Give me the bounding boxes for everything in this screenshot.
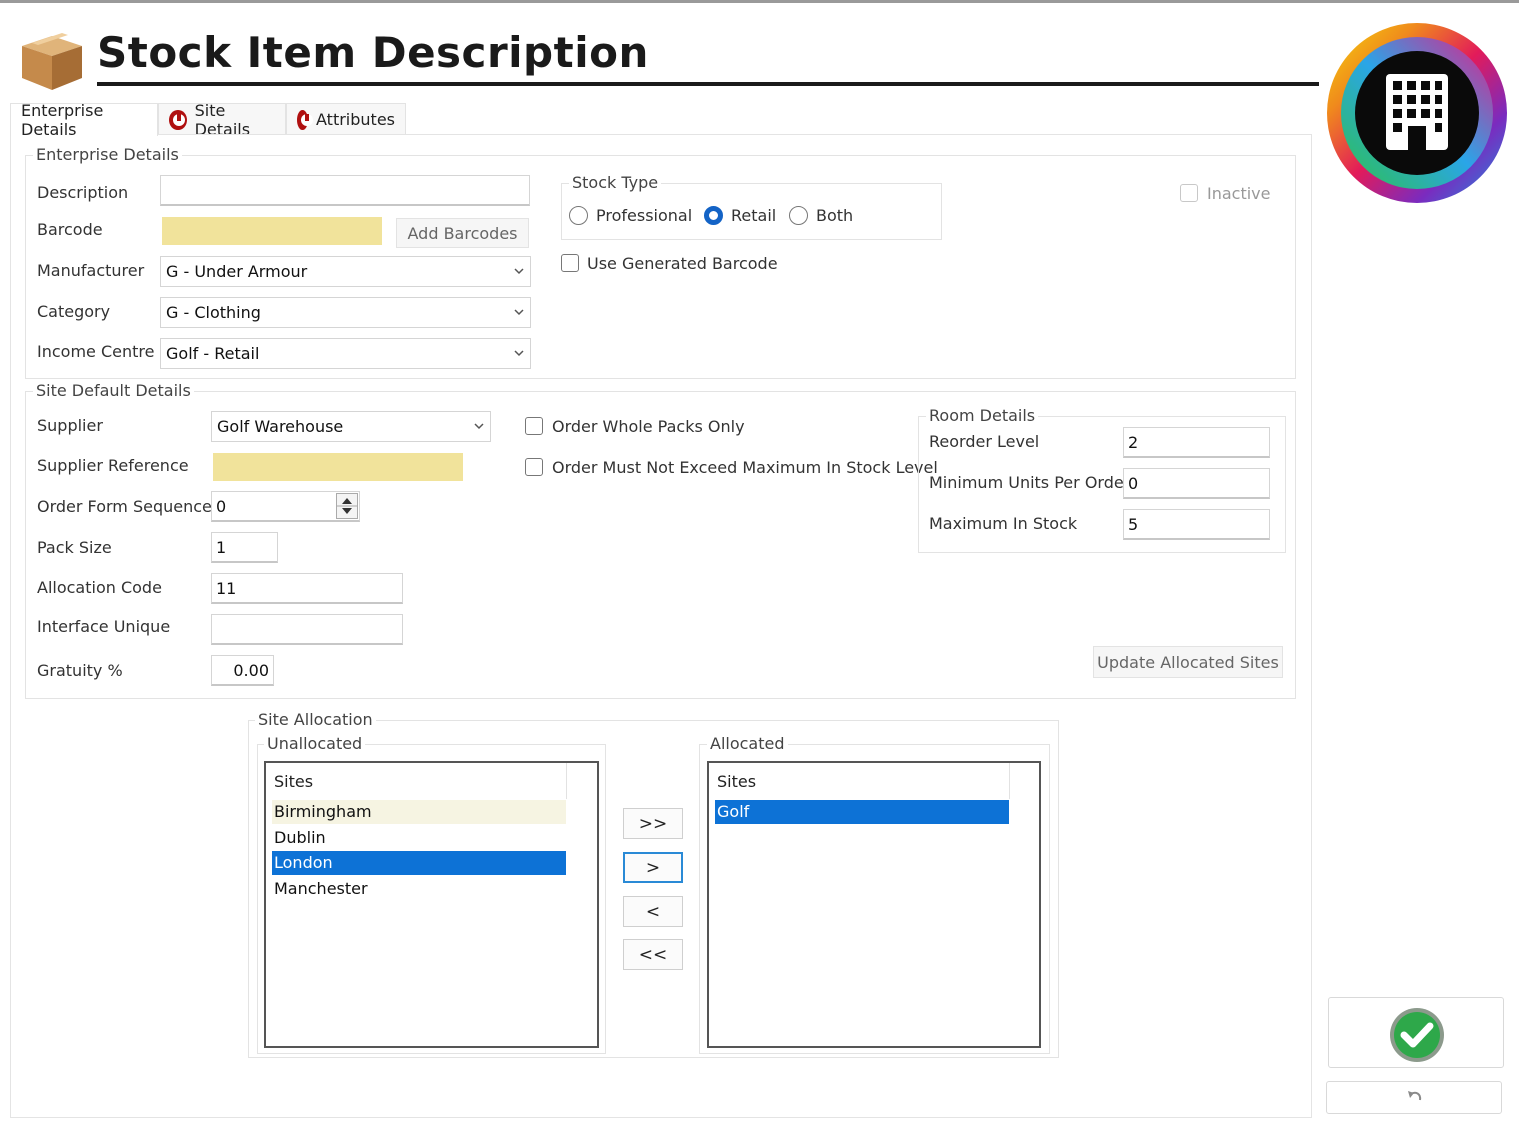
- order-not-exceed-label: Order Must Not Exceed Maximum In Stock L…: [552, 458, 938, 477]
- allocated-legend: Allocated: [707, 735, 788, 753]
- manufacturer-label: Manufacturer: [37, 261, 145, 280]
- barcode-input[interactable]: [162, 217, 382, 245]
- income-centre-label: Income Centre: [37, 342, 155, 361]
- max-in-stock-input[interactable]: 5: [1123, 509, 1270, 540]
- list-item[interactable]: London: [272, 851, 566, 875]
- use-generated-barcode-checkbox[interactable]: [561, 254, 579, 272]
- column-divider: [1009, 763, 1010, 799]
- category-value: G - Clothing: [166, 303, 261, 322]
- use-generated-barcode-label: Use Generated Barcode: [587, 254, 778, 273]
- unallocated-list[interactable]: Sites Birmingham Dublin London Mancheste…: [264, 761, 599, 1048]
- add-button[interactable]: >: [623, 852, 683, 883]
- list-item[interactable]: Manchester: [272, 877, 566, 901]
- pack-size-input[interactable]: 1: [211, 532, 278, 563]
- pack-size-label: Pack Size: [37, 538, 112, 557]
- enterprise-details-legend: Enterprise Details: [33, 146, 182, 164]
- window-top-border: [0, 0, 1519, 3]
- allocation-code-label: Allocation Code: [37, 578, 162, 597]
- tab-label: Enterprise Details: [21, 101, 104, 139]
- confirm-button[interactable]: [1328, 997, 1504, 1068]
- retail-radio[interactable]: [704, 206, 723, 225]
- add-all-button[interactable]: >>: [623, 808, 683, 839]
- professional-radio[interactable]: [569, 206, 588, 225]
- order-whole-packs-checkbox[interactable]: [525, 417, 543, 435]
- inactive-checkbox[interactable]: [1180, 184, 1198, 202]
- room-details-legend: Room Details: [926, 407, 1039, 425]
- undo-icon: [1408, 1091, 1422, 1101]
- tab-label: Site Details: [194, 100, 251, 139]
- list-item[interactable]: Birmingham: [272, 800, 566, 824]
- supplier-reference-label: Supplier Reference: [37, 456, 189, 475]
- stock-type-legend: Stock Type: [569, 174, 662, 192]
- update-allocated-sites-button[interactable]: Update Allocated Sites: [1093, 646, 1283, 678]
- chevron-down-icon: [474, 423, 484, 430]
- order-form-sequence-value: 0: [216, 497, 227, 516]
- order-whole-packs-label: Order Whole Packs Only: [552, 417, 745, 436]
- remove-button[interactable]: <: [623, 896, 683, 927]
- sites-column-header[interactable]: Sites: [717, 772, 756, 791]
- order-form-sequence-label: Order Form Sequence: [37, 497, 212, 516]
- list-item[interactable]: Golf: [715, 800, 1009, 824]
- sites-column-header[interactable]: Sites: [274, 772, 313, 791]
- column-divider: [566, 763, 567, 799]
- barcode-label: Barcode: [37, 220, 103, 239]
- min-units-label: Minimum Units Per Order: [929, 473, 1131, 492]
- interface-unique-input[interactable]: [211, 614, 403, 645]
- chevron-down-icon: [514, 309, 524, 316]
- income-centre-value: Golf - Retail: [166, 344, 260, 363]
- tab-site-details[interactable]: Site Details: [158, 101, 286, 139]
- tab-enterprise-details[interactable]: Enterprise Details: [10, 101, 158, 139]
- spinner-arrows-icon: [337, 498, 357, 514]
- chevron-down-icon: [514, 350, 524, 357]
- reorder-level-input[interactable]: 2: [1123, 427, 1270, 458]
- description-label: Description: [37, 183, 129, 202]
- manufacturer-value: G - Under Armour: [166, 262, 308, 281]
- undo-button[interactable]: [1326, 1081, 1502, 1114]
- unallocated-legend: Unallocated: [264, 735, 366, 753]
- warning-icon: [297, 109, 314, 130]
- supplier-value: Golf Warehouse: [217, 417, 344, 436]
- both-label: Both: [816, 206, 854, 225]
- tab-attributes[interactable]: Attributes: [286, 103, 406, 135]
- retail-label: Retail: [731, 206, 777, 225]
- chevron-down-icon: [514, 268, 524, 275]
- check-icon: [1390, 1008, 1444, 1062]
- professional-label: Professional: [596, 206, 693, 225]
- interface-unique-label: Interface Unique: [37, 617, 171, 636]
- manufacturer-select[interactable]: G - Under Armour: [160, 256, 531, 287]
- min-units-input[interactable]: 0: [1123, 468, 1270, 499]
- allocation-code-input[interactable]: 11: [211, 573, 403, 604]
- both-radio[interactable]: [789, 206, 808, 225]
- supplier-reference-input[interactable]: [213, 453, 463, 481]
- category-select[interactable]: G - Clothing: [160, 297, 531, 328]
- allocated-list[interactable]: Sites Golf: [707, 761, 1041, 1048]
- site-default-legend: Site Default Details: [33, 382, 194, 400]
- reorder-level-label: Reorder Level: [929, 432, 1040, 451]
- warning-icon: [169, 109, 187, 130]
- supplier-select[interactable]: Golf Warehouse: [211, 411, 491, 442]
- category-label: Category: [37, 302, 111, 321]
- income-centre-select[interactable]: Golf - Retail: [160, 338, 531, 369]
- gratuity-input[interactable]: 0.00: [211, 655, 274, 686]
- order-not-exceed-checkbox[interactable]: [525, 458, 543, 476]
- title-underline: [97, 82, 1319, 86]
- building-icon: [1326, 22, 1508, 204]
- inactive-label: Inactive: [1207, 184, 1271, 203]
- description-input[interactable]: [160, 175, 530, 206]
- supplier-label: Supplier: [37, 416, 103, 435]
- remove-all-button[interactable]: <<: [623, 939, 683, 970]
- gratuity-label: Gratuity %: [37, 661, 123, 680]
- box-icon: [18, 32, 86, 92]
- order-form-sequence-spinner[interactable]: [336, 493, 358, 519]
- max-in-stock-label: Maximum In Stock: [929, 514, 1078, 533]
- add-barcodes-button[interactable]: Add Barcodes: [396, 218, 529, 248]
- page-title: Stock Item Description: [97, 28, 649, 77]
- site-allocation-legend: Site Allocation: [255, 711, 376, 729]
- list-item[interactable]: Dublin: [272, 826, 566, 850]
- tab-label: Attributes: [316, 110, 395, 129]
